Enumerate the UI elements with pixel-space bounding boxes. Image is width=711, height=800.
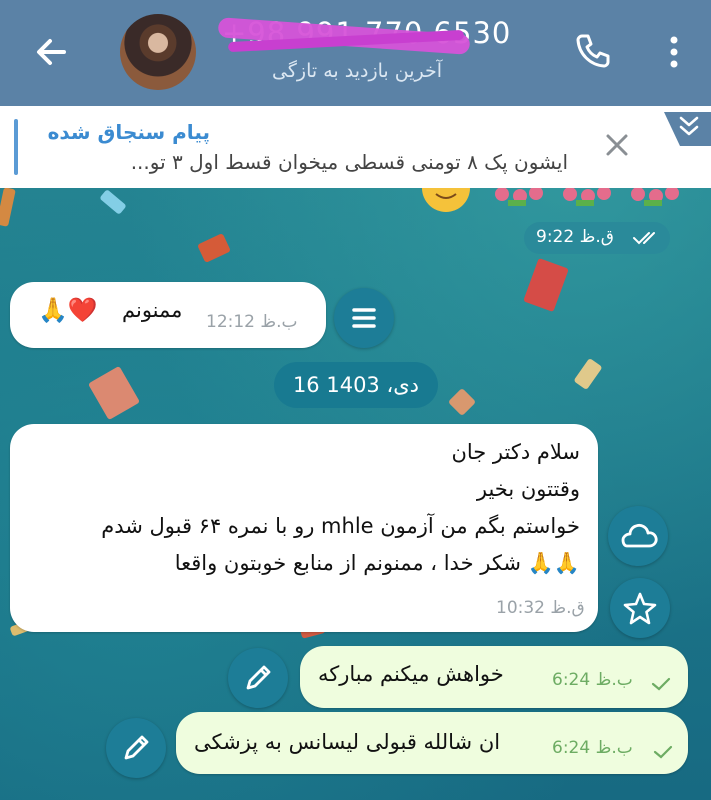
- incoming-message[interactable]: 12:12 ب.ظ ممنونم 🙏❤️: [10, 282, 326, 348]
- more-menu-button[interactable]: [660, 30, 688, 74]
- message-line: وقتتون بخیر: [476, 477, 580, 501]
- message-line-text: شکر خدا ، ممنونم از منابع خوبتون واقعا: [174, 551, 522, 575]
- double-check-icon: [633, 232, 655, 245]
- avatar[interactable]: [120, 14, 196, 90]
- message-time: 9:22 ق.ظ: [536, 227, 614, 247]
- pinned-title: پیام سنجاق شده: [47, 120, 210, 144]
- outgoing-message[interactable]: ان شالله قبولی لیسانس به پزشکی 6:24 ب.ظ: [176, 712, 688, 774]
- message-time: 6:24 ب.ظ: [552, 738, 633, 758]
- outgoing-message[interactable]: خواهش میکنم مبارکه 6:24 ب.ظ: [300, 646, 688, 708]
- check-icon: [653, 745, 673, 759]
- pencil-icon: [124, 735, 149, 760]
- chevron-double-down-icon: [664, 112, 711, 146]
- chat-header: +98 991 770 6530 آخرین بازدید به تازگی: [0, 0, 711, 106]
- message-line: خواستم بگم من آزمون mhle رو با نمره ۶۴ ق…: [101, 514, 580, 538]
- more-vertical-icon: [670, 36, 678, 68]
- last-seen-status: آخرین بازدید به تازگی: [272, 60, 442, 82]
- pencil-icon: [246, 665, 271, 690]
- cloud-icon: [621, 524, 658, 548]
- message-emoji: 🙏🙏: [527, 551, 580, 575]
- arrow-left-icon: [37, 39, 66, 65]
- edit-button[interactable]: [228, 648, 288, 708]
- incoming-message[interactable]: سلام دکتر جان وقتتون بخیر خواستم بگم من …: [10, 424, 598, 632]
- message-time: 10:32 ق.ظ: [496, 598, 585, 618]
- pinned-expand-button[interactable]: [640, 106, 711, 150]
- message-text: ان شالله قبولی لیسانس به پزشکی: [194, 730, 501, 754]
- message-text: سلام دکتر جان وقتتون بخیر خواستم بگم من …: [24, 434, 580, 582]
- emoji-row: [422, 188, 679, 212]
- message-time-pill: 9:22 ق.ظ: [524, 222, 670, 254]
- message-text: خواهش میکنم مبارکه: [318, 662, 504, 686]
- back-button[interactable]: [30, 30, 74, 74]
- message-menu-button[interactable]: [334, 288, 394, 348]
- message-text: ممنونم: [122, 298, 183, 322]
- message-line: سلام دکتر جان: [451, 440, 580, 464]
- message-time: 12:12 ب.ظ: [206, 312, 298, 332]
- list-icon: [352, 308, 376, 328]
- save-to-cloud-button[interactable]: [608, 506, 668, 566]
- message-line: 🙏🙏 شکر خدا ، ممنونم از منابع خوبتون واقع…: [24, 545, 580, 582]
- date-separator: 16 دی، 1403: [274, 362, 438, 408]
- message-emoji: 🙏❤️: [38, 296, 98, 324]
- pinned-indicator: [14, 119, 18, 175]
- favorite-button[interactable]: [610, 578, 670, 638]
- call-button[interactable]: [572, 30, 614, 72]
- pinned-close-button[interactable]: [602, 130, 632, 160]
- pinned-text: ایشون پک ۸ تومنی قسطی میخوان قسط اول ۳ ت…: [130, 150, 568, 174]
- check-icon: [651, 677, 671, 691]
- close-icon: [606, 134, 628, 156]
- phone-icon: [576, 34, 610, 68]
- message-time: 6:24 ب.ظ: [552, 670, 633, 690]
- star-icon: [623, 592, 657, 625]
- edit-button[interactable]: [106, 718, 166, 778]
